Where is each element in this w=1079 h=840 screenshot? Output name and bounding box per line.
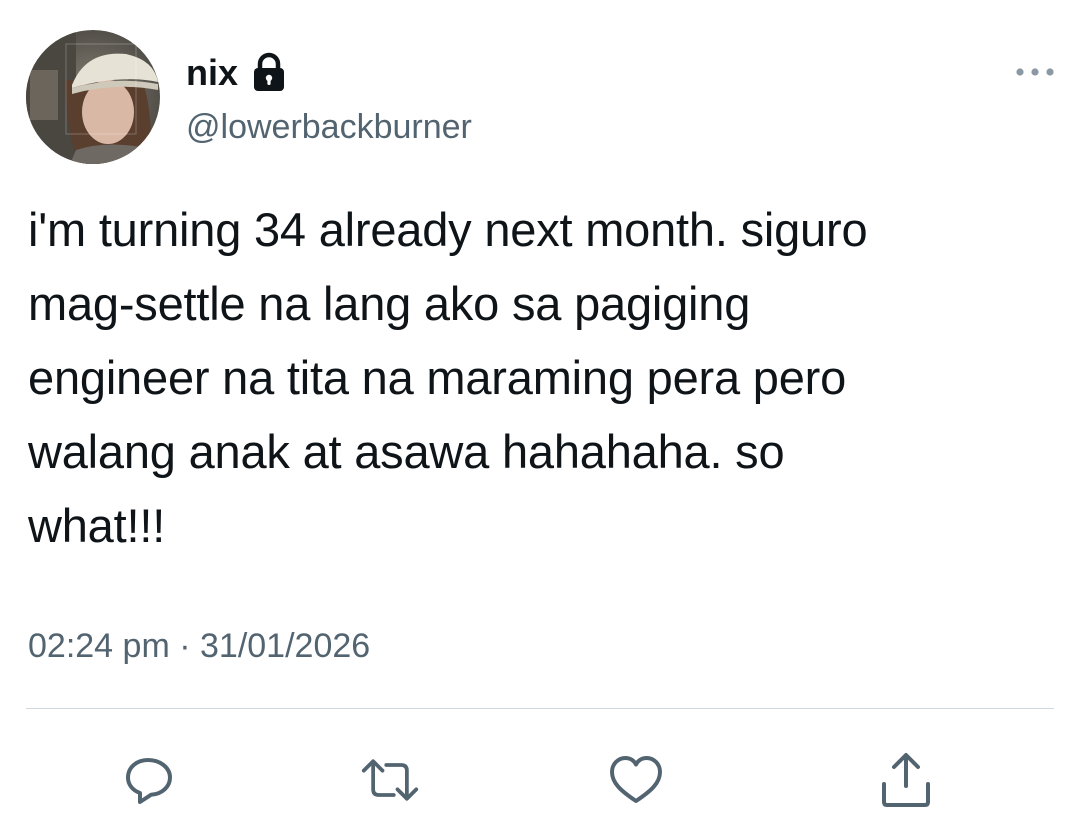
more-icon: [1016, 68, 1054, 76]
more-options-button[interactable]: [1013, 60, 1057, 84]
tweet-time: 02:24 pm: [28, 627, 170, 665]
profile-photo: [26, 30, 160, 164]
user-handle[interactable]: @lowerbackburner: [186, 105, 472, 149]
retweet-button[interactable]: [360, 750, 420, 810]
reply-icon: [126, 758, 172, 804]
share-button[interactable]: [876, 750, 936, 810]
divider: [26, 708, 1054, 709]
reply-button[interactable]: [118, 750, 178, 810]
lock-icon: [251, 52, 287, 92]
like-button[interactable]: [606, 750, 666, 810]
display-name-row: nix: [186, 50, 287, 96]
avatar[interactable]: [26, 30, 160, 164]
tweet-timestamp[interactable]: 02:24 pm · 31/01/2026: [28, 624, 370, 668]
meta-separator: ·: [179, 627, 191, 665]
tweet-text: i'm turning 34 already next month. sigur…: [28, 203, 868, 552]
tweet-date: 31/01/2026: [200, 627, 371, 665]
display-name[interactable]: nix: [186, 50, 238, 96]
retweet-icon: [361, 759, 419, 801]
share-icon: [882, 753, 930, 807]
heart-icon: [610, 756, 662, 803]
